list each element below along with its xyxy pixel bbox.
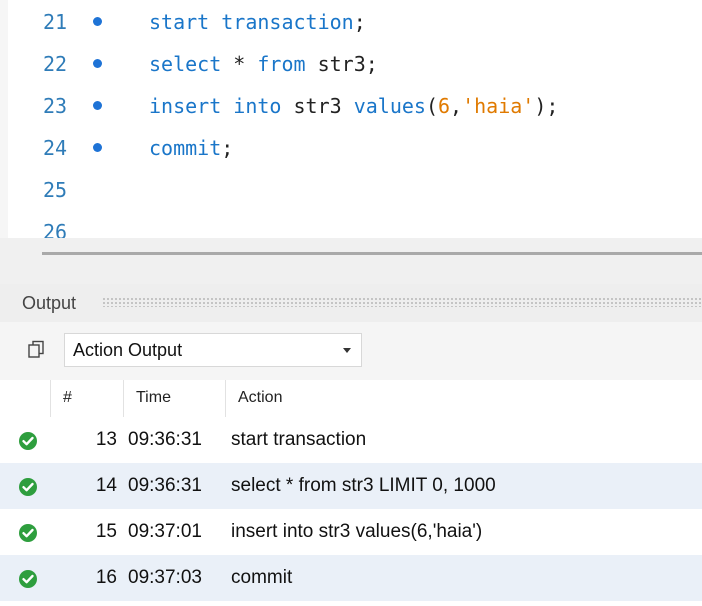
code-line[interactable]: 24 commit; <box>8 127 702 169</box>
code-token: * <box>221 52 258 76</box>
code-token: from <box>257 52 306 76</box>
column-header-time[interactable]: Time <box>136 389 171 407</box>
output-header-grip[interactable] <box>102 297 702 307</box>
check-circle-icon <box>19 570 37 588</box>
copy-icon[interactable] <box>26 339 46 359</box>
code-token: str3; <box>305 52 378 76</box>
line-number: 22 <box>43 52 68 76</box>
code-token: str3 <box>281 94 354 118</box>
code-line[interactable]: 22 select * from str3; <box>8 43 702 85</box>
code-text[interactable]: insert into str3 values(6,'haia'); <box>149 85 558 127</box>
column-header-number[interactable]: # <box>63 389 72 407</box>
row-time: 09:37:03 <box>128 567 202 588</box>
column-separator[interactable] <box>123 380 124 417</box>
table-row[interactable]: 14 09:36:31 select * from str3 LIMIT 0, … <box>0 463 702 509</box>
code-line[interactable]: 26 <box>8 211 702 238</box>
code-token: 6 <box>438 94 451 118</box>
row-time: 09:36:31 <box>128 475 202 496</box>
sql-editor[interactable]: 21 start transaction; 22 select * from str3… <box>0 0 702 238</box>
output-type-select[interactable]: Action Output <box>64 333 362 367</box>
row-action: insert into str3 values(6,'haia') <box>231 521 483 542</box>
code-area[interactable]: 21 start transaction; 22 select * from str3… <box>8 0 702 238</box>
output-table-header: # Time Action <box>0 380 702 417</box>
row-number: 15 <box>95 521 117 542</box>
code-token: 'haia' <box>462 94 535 118</box>
code-text[interactable]: select * from str3; <box>149 43 378 85</box>
table-row[interactable]: 13 09:36:31 start transaction <box>0 417 702 463</box>
panel-splitter-handle[interactable] <box>42 252 702 255</box>
code-token: ; <box>353 10 366 34</box>
code-token: commit <box>149 136 222 160</box>
table-row[interactable]: 15 09:37:01 insert into str3 values(6,'h… <box>0 509 702 555</box>
code-line[interactable]: 25 <box>8 169 702 211</box>
code-token: , <box>450 94 463 118</box>
code-line[interactable]: 23 insert into str3 values(6,'haia'); <box>8 85 702 127</box>
code-token: start transaction <box>149 10 354 34</box>
check-circle-icon <box>19 432 37 450</box>
row-time: 09:37:01 <box>128 521 202 542</box>
column-separator[interactable] <box>225 380 226 417</box>
row-action: start transaction <box>231 429 367 450</box>
output-toolbar: Action Output <box>0 322 702 380</box>
statement-marker-icon <box>93 17 102 26</box>
code-token: values <box>353 94 426 118</box>
check-circle-icon <box>19 524 37 542</box>
code-token: ; <box>221 136 234 160</box>
row-action: commit <box>231 567 293 588</box>
row-action: select * from str3 LIMIT 0, 1000 <box>231 475 496 496</box>
code-token: select <box>149 52 222 76</box>
line-number: 26 <box>43 220 68 238</box>
row-number: 13 <box>95 429 117 450</box>
column-separator[interactable] <box>50 380 51 417</box>
output-panel-header: Output <box>0 284 702 322</box>
chevron-down-icon[interactable] <box>343 348 351 353</box>
code-text[interactable]: commit; <box>149 127 233 169</box>
line-number: 25 <box>43 178 68 202</box>
output-type-value: Action Output <box>73 340 183 360</box>
output-title: Output <box>22 293 77 313</box>
row-number: 16 <box>95 567 117 588</box>
code-token: ); <box>534 94 559 118</box>
code-text[interactable]: start transaction; <box>149 1 366 43</box>
row-time: 09:36:31 <box>128 429 202 450</box>
statement-marker-icon <box>93 143 102 152</box>
line-number: 21 <box>43 10 68 34</box>
check-circle-icon <box>19 478 37 496</box>
line-number: 23 <box>43 94 68 118</box>
row-number: 14 <box>95 475 117 496</box>
panel-splitter-area <box>0 238 702 284</box>
statement-marker-icon <box>93 101 102 110</box>
code-token: insert into <box>149 94 282 118</box>
column-header-action[interactable]: Action <box>238 389 282 407</box>
line-number: 24 <box>43 136 68 160</box>
code-line[interactable]: 21 start transaction; <box>8 1 702 43</box>
statement-marker-icon <box>93 59 102 68</box>
code-token: ( <box>425 94 438 118</box>
table-row[interactable]: 16 09:37:03 commit <box>0 555 702 601</box>
